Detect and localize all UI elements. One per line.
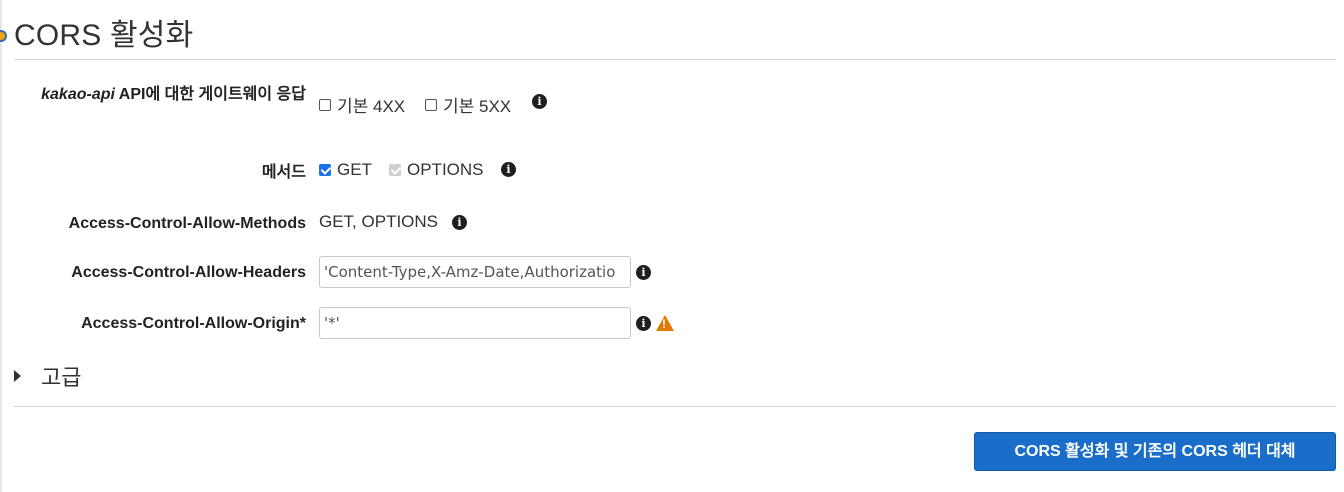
- bottom-divider: [14, 406, 1336, 407]
- default-5xx-checkbox[interactable]: [425, 98, 437, 111]
- gateway-responses-text: API에 대한 게이트웨이 응답: [114, 86, 306, 103]
- allow-origin-input[interactable]: [319, 307, 631, 339]
- title-divider: [14, 59, 1336, 60]
- enable-cors-button[interactable]: CORS 활성화 및 기존의 CORS 헤더 대체: [974, 432, 1336, 471]
- api-name: kakao-api: [41, 86, 115, 103]
- default-4xx-checkbox[interactable]: [319, 98, 331, 111]
- default-5xx-option[interactable]: 기본 5XX: [425, 92, 511, 117]
- methods-label: 메서드: [261, 164, 306, 181]
- allow-headers-label: Access-Control-Allow-Headers: [71, 264, 306, 281]
- allow-origin-label: Access-Control-Allow-Origin*: [81, 315, 306, 332]
- advanced-label: 고급: [41, 365, 82, 390]
- allow-origin-info-icon[interactable]: i: [636, 316, 651, 331]
- page-title: CORS 활성화: [14, 19, 194, 52]
- advanced-toggle[interactable]: 고급: [14, 360, 81, 392]
- method-options-option: OPTIONS: [389, 160, 484, 180]
- status-dot: [0, 30, 7, 42]
- gateway-responses-label: kakao-api API에 대한 게이트웨이 응답: [6, 86, 306, 104]
- allow-methods-value: GET, OPTIONS: [319, 212, 439, 231]
- allow-methods-label: Access-Control-Allow-Methods: [68, 215, 306, 232]
- default-4xx-label: 기본 4XX: [337, 97, 406, 116]
- left-border: [0, 0, 2, 492]
- method-options-checkbox: [389, 164, 401, 176]
- method-get-checkbox[interactable]: [319, 164, 331, 176]
- default-5xx-label: 기본 5XX: [443, 97, 512, 116]
- caret-right-icon: [14, 370, 21, 382]
- methods-info-icon[interactable]: i: [501, 162, 516, 177]
- allow-methods-info-icon[interactable]: i: [452, 215, 467, 230]
- method-options-label: OPTIONS: [407, 160, 484, 179]
- allow-headers-info-icon[interactable]: i: [636, 265, 651, 280]
- method-get-label: GET: [337, 160, 372, 179]
- method-get-option[interactable]: GET: [319, 160, 372, 180]
- gateway-responses-info-icon[interactable]: i: [532, 94, 547, 109]
- allow-headers-input[interactable]: [319, 256, 631, 288]
- warning-icon[interactable]: !: [656, 315, 674, 331]
- default-4xx-option[interactable]: 기본 4XX: [319, 92, 405, 117]
